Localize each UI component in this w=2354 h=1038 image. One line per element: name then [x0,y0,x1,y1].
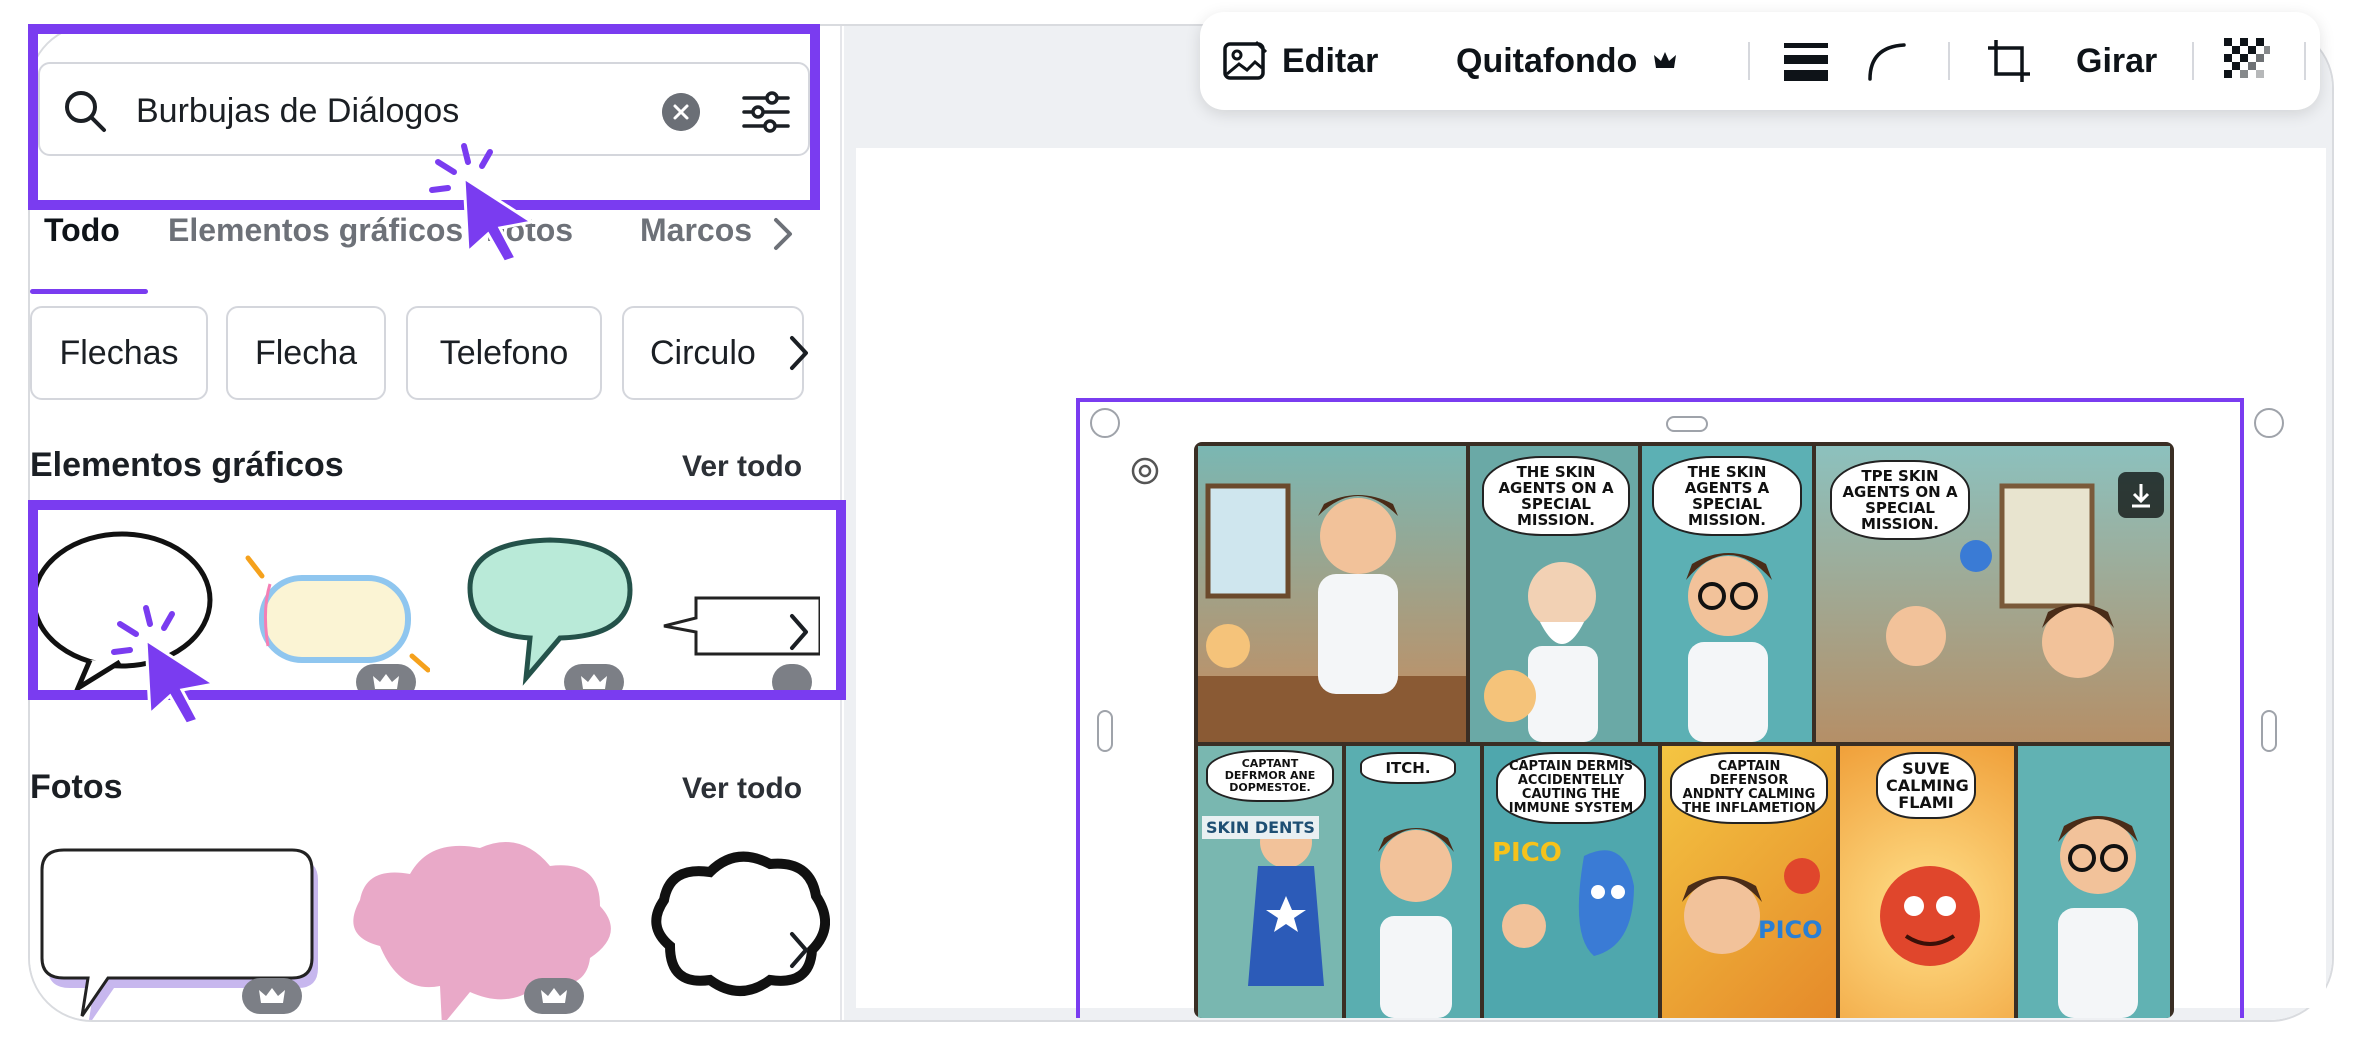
active-tab-indicator [30,289,148,294]
graphics-section-title: Elementos gráficos [30,446,344,484]
crown-icon [1654,52,1677,68]
crop-icon [1988,40,2030,82]
border-style-button[interactable] [1784,12,1828,110]
side-panel: Burbujas de Diálogos Todo Elementos gráf… [30,26,842,1020]
crop-button[interactable] [1986,12,2032,110]
premium-crown-badge [524,978,584,1014]
tab-photos[interactable]: Fotos [486,212,573,249]
chip-flecha[interactable]: Flecha [226,306,386,400]
search-icon [65,91,106,132]
transparency-button[interactable] [2224,12,2270,110]
chip-telefono[interactable]: Telefono [406,306,602,400]
graphics-see-all-link[interactable]: Ver todo [682,450,802,484]
border-weight-icon [1784,43,1828,81]
crown-icon [581,674,607,689]
premium-crown-badge [356,664,416,700]
clear-search-icon[interactable] [662,93,700,131]
photos-see-all-link[interactable]: Ver todo [682,772,802,806]
bg-remover-label: Quitafondo [1456,41,1638,80]
resize-handle-left[interactable] [1097,710,1113,752]
photos-section-title: Fotos [30,768,123,806]
toolbar-separator [1948,42,1950,80]
corner-radius-icon [1868,43,1906,81]
crown-icon [259,988,285,1003]
photo-thumb-pink-cloud[interactable] [330,826,630,1022]
suggestion-chips: Flechas Flecha Telefono Circulo [30,306,830,402]
resize-handle-top[interactable] [1666,416,1708,432]
edit-image-button[interactable]: Editar [1222,12,1378,110]
image-edit-icon [1223,40,1268,80]
premium-crown-badge [772,664,812,700]
toolbar-separator [2192,42,2194,80]
rotate-label: Girar [2076,41,2158,80]
tab-all[interactable]: Todo [44,212,120,249]
chevron-right-icon[interactable] [784,334,814,372]
chevron-right-icon[interactable] [784,612,814,652]
background-remover-button[interactable]: Quitafondo [1456,12,1679,110]
premium-crown-badge [242,978,302,1014]
tab-frames[interactable]: Marcos [640,212,752,249]
search-field[interactable]: Burbujas de Diálogos [38,62,810,156]
selection-box [1076,398,2244,1018]
resize-handle-top-right[interactable] [2254,408,2284,438]
search-input[interactable]: Burbujas de Diálogos [136,88,459,134]
chip-circulo[interactable]: Circulo [622,306,804,400]
image-toolbar: Editar Quitafondo Girar [1200,12,2320,110]
toolbar-separator [2304,42,2306,80]
crown-icon [541,988,567,1003]
rotate-button[interactable]: Girar [2076,12,2157,110]
filter-icon[interactable] [740,86,792,138]
edit-label: Editar [1282,41,1379,80]
speech-bubble-thumb-outline[interactable] [30,520,220,690]
crown-icon [373,674,399,689]
tab-graphics[interactable]: Elementos gráficos [168,212,463,249]
resize-handle-right[interactable] [2261,710,2277,752]
category-tabs: Todo Elementos gráficos Fotos Marcos [30,196,830,296]
premium-crown-badge [564,664,624,700]
transparency-icon [2224,38,2270,84]
corner-rounding-button[interactable] [1866,12,1906,110]
resize-handle-top-left[interactable] [1090,408,1120,438]
chevron-right-icon[interactable] [784,930,814,970]
chip-flechas[interactable]: Flechas [30,306,208,400]
toolbar-separator [1748,42,1750,80]
chevron-right-icon[interactable] [768,216,798,252]
